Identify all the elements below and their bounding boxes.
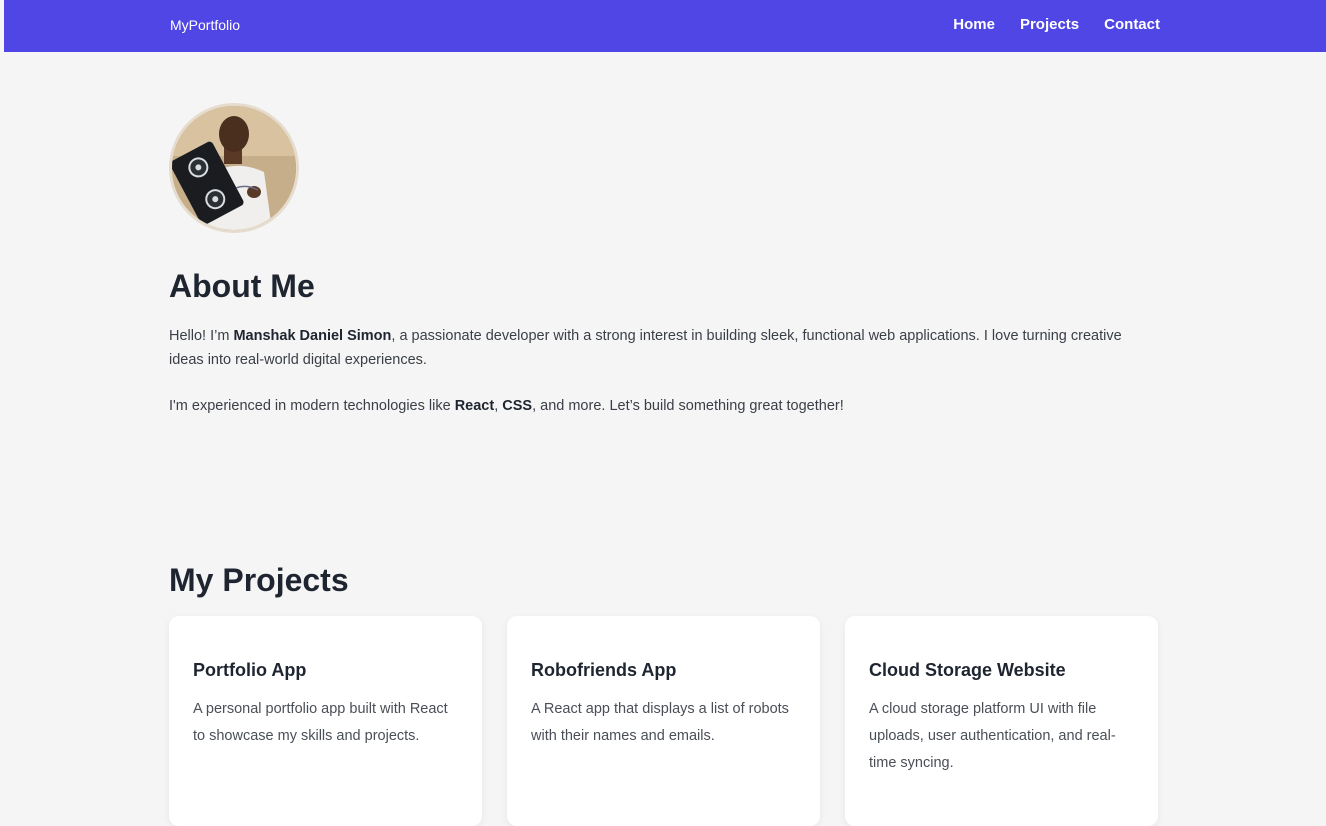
project-card-portfolio[interactable]: Portfolio App A personal portfolio app b… [169,616,482,826]
nav-link-contact[interactable]: Contact [1104,16,1160,33]
about-intro-pre: Hello! I’m [169,328,234,344]
project-card-robofriends[interactable]: Robofriends App A React app that display… [507,616,820,826]
skill-react: React [454,398,495,414]
navbar: MyPortfolio Home Projects Contact [4,0,1326,52]
project-card-description: A personal portfolio app built with Reac… [193,701,448,744]
project-card-description: A cloud storage platform UI with file up… [869,701,1116,771]
project-cards: Portfolio App A personal portfolio app b… [169,616,1158,826]
project-card-title: Robofriends App [531,660,677,680]
skill-css: CSS [502,398,533,414]
nav-link-projects[interactable]: Projects [1020,16,1079,33]
project-card-title: Cloud Storage Website [869,660,1066,680]
about-skills-post: , and more. Let’s build something great … [532,398,844,414]
brand-link[interactable]: MyPortfolio [170,17,240,33]
about-title: About Me [169,268,315,304]
about-skills-pre: I'm experienced in modern technologies l… [169,398,455,414]
avatar [169,103,299,233]
projects-title: My Projects [169,562,349,598]
about-name: Manshak Daniel Simon [233,328,392,344]
project-card-title: Portfolio App [193,660,307,680]
project-card-description: A React app that displays a list of robo… [531,701,789,744]
about-paragraph-intro: Hello! I’m Manshak Daniel Simon, a passi… [169,324,1159,372]
nav-link-home[interactable]: Home [953,16,995,33]
project-card-cloud-storage[interactable]: Cloud Storage Website A cloud storage pl… [845,616,1158,826]
nav-links: Home Projects Contact [953,16,1160,33]
avatar-photo [172,106,296,230]
about-paragraph-skills: I'm experienced in modern technologies l… [169,394,1159,418]
